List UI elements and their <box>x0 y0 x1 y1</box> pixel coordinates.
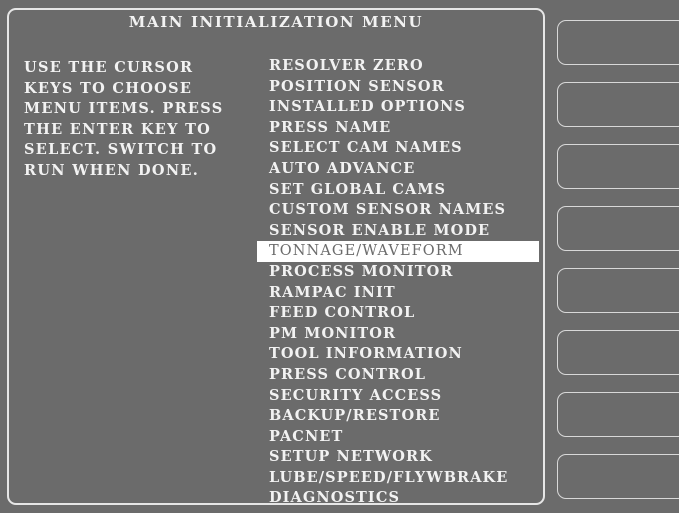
softkey-4[interactable] <box>557 206 679 251</box>
softkey-7[interactable] <box>557 392 679 437</box>
instruction-line: SELECT. SWITCH TO <box>24 141 218 158</box>
menu-list: RESOLVER ZERO POSITION SENSOR INSTALLED OP… <box>257 56 539 509</box>
menu-item[interactable]: PM MONITOR <box>257 324 539 345</box>
menu-item[interactable]: AUTO ADVANCE <box>257 159 539 180</box>
menu-title: MAIN INITIALIZATION MENU <box>128 13 424 31</box>
softkey-3[interactable] <box>557 144 679 189</box>
press-control-screen: MAIN INITIALIZATION MENU USE THE CURSOR … <box>0 0 679 513</box>
menu-item[interactable]: FEED CONTROL <box>257 303 539 324</box>
menu-item[interactable]: LUBE/SPEED/FLYWBRAKE <box>257 468 539 489</box>
menu-item[interactable]: SET GLOBAL CAMS <box>257 180 539 201</box>
softkey-1[interactable] <box>557 20 679 65</box>
menu-item[interactable]: SELECT CAM NAMES <box>257 138 539 159</box>
instruction-line: USE THE CURSOR <box>24 59 194 76</box>
menu-item-selected[interactable]: TONNAGE/WAVEFORM <box>257 241 539 262</box>
menu-item[interactable]: PRESS CONTROL <box>257 365 539 386</box>
instruction-line: MENU ITEMS. PRESS <box>24 100 224 117</box>
menu-item[interactable]: SECURITY ACCESS <box>257 386 539 407</box>
menu-item[interactable]: DIAGNOSTICS <box>257 488 539 509</box>
instruction-line: RUN WHEN DONE. <box>24 161 200 179</box>
softkey-2[interactable] <box>557 82 679 127</box>
instruction-line: THE ENTER KEY TO <box>24 120 212 138</box>
menu-item[interactable]: PROCESS MONITOR <box>257 262 539 283</box>
menu-item[interactable]: INSTALLED OPTIONS <box>257 97 539 118</box>
menu-item[interactable]: SETUP NETWORK <box>257 447 539 468</box>
menu-item[interactable]: RESOLVER ZERO <box>257 56 539 77</box>
menu-item[interactable]: PACNET <box>257 427 539 448</box>
softkey-8[interactable] <box>557 454 679 499</box>
menu-item[interactable]: RAMPAC INIT <box>257 283 539 304</box>
softkey-5[interactable] <box>557 268 679 313</box>
menu-item[interactable]: SENSOR ENABLE MODE <box>257 221 539 242</box>
instruction-line: KEYS TO CHOOSE <box>24 79 193 97</box>
menu-item[interactable]: POSITION SENSOR <box>257 77 539 98</box>
menu-item[interactable]: CUSTOM SENSOR NAMES <box>257 200 539 221</box>
menu-item[interactable]: BACKUP/RESTORE <box>257 406 539 427</box>
instructions-text: USE THE CURSOR KEYS TO CHOOSE MENU ITEMS… <box>24 58 224 181</box>
menu-item[interactable]: PRESS NAME <box>257 118 539 139</box>
main-initialization-panel: MAIN INITIALIZATION MENU USE THE CURSOR … <box>7 8 545 506</box>
softkey-6[interactable] <box>557 330 679 375</box>
menu-item[interactable]: TOOL INFORMATION <box>257 344 539 365</box>
